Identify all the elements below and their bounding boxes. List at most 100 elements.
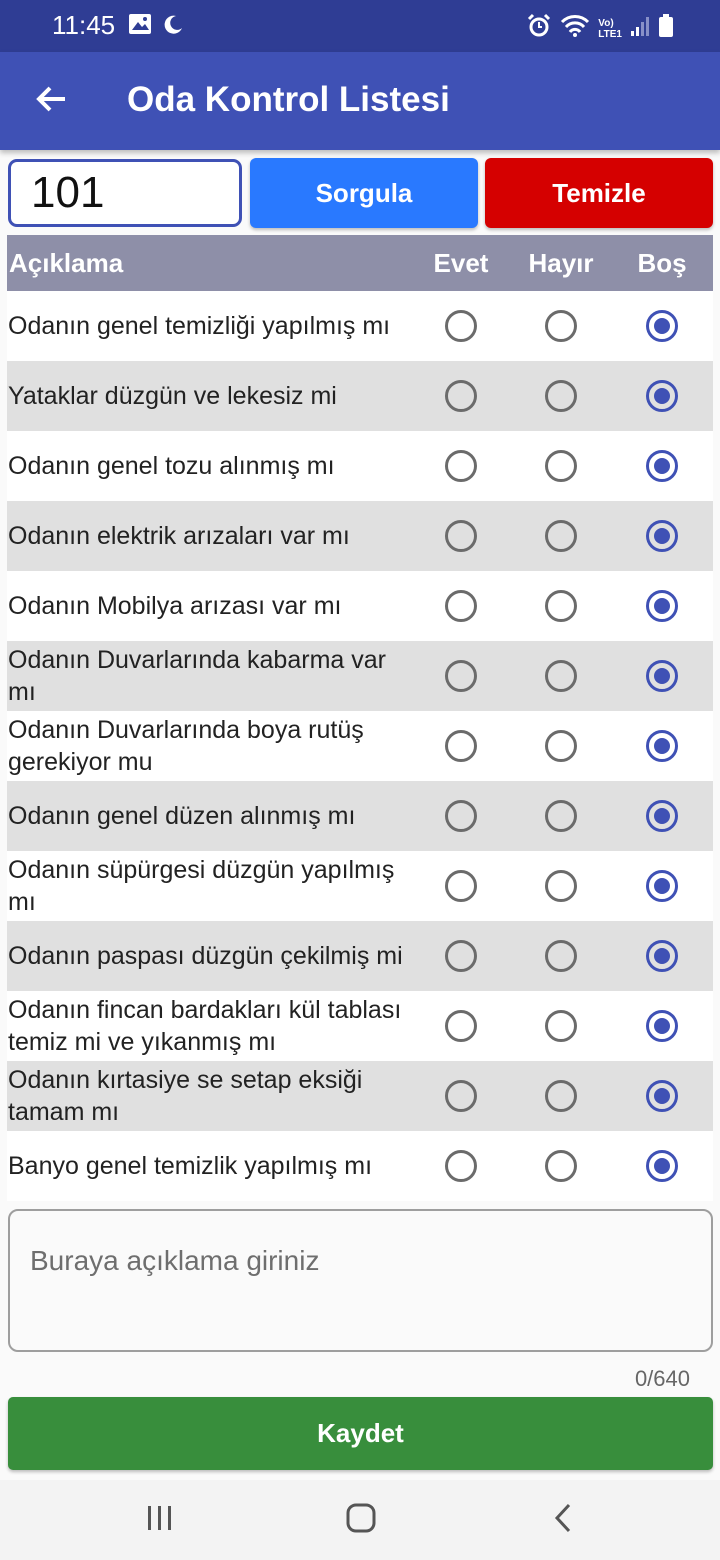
table-row: Odanın Duvarlarında boya rutüş gerekiyor… <box>7 711 713 781</box>
radio-yes[interactable] <box>445 800 477 832</box>
lte-bottom-label: LTE1 <box>598 28 622 40</box>
radio-yes[interactable] <box>445 870 477 902</box>
radio-no[interactable] <box>545 590 577 622</box>
question-label: Odanın genel düzen alınmış mı <box>8 802 356 830</box>
table-row: Odanın elektrik arızaları var mı <box>7 501 713 571</box>
question-label: Yataklar düzgün ve lekesiz mi <box>8 382 337 410</box>
table-row: Odanın genel tozu alınmış mı <box>7 431 713 501</box>
radio-yes[interactable] <box>445 1150 477 1182</box>
radio-no[interactable] <box>545 450 577 482</box>
recent-apps-icon <box>145 1504 175 1537</box>
lte-top-label: Vo) <box>598 17 614 29</box>
radio-yes[interactable] <box>445 380 477 412</box>
page-title: Oda Kontrol Listesi <box>127 80 450 119</box>
radio-yes[interactable] <box>445 940 477 972</box>
moon-icon <box>162 13 184 40</box>
status-left-icons <box>128 13 184 40</box>
radio-empty[interactable] <box>646 1150 678 1182</box>
radio-no[interactable] <box>545 800 577 832</box>
save-button[interactable]: Kaydet <box>8 1397 713 1470</box>
app-bar: Oda Kontrol Listesi <box>0 52 720 150</box>
table-row: Odanın Duvarlarında kabarma var mı <box>7 641 713 711</box>
table-row: Odanın süpürgesi düzgün yapılmış mı <box>7 851 713 921</box>
table-header: Açıklama Evet Hayır Boş <box>7 235 713 291</box>
battery-icon <box>658 14 674 43</box>
arrow-left-icon <box>35 84 67 119</box>
radio-empty[interactable] <box>646 730 678 762</box>
radio-no[interactable] <box>545 520 577 552</box>
table-row: Yataklar düzgün ve lekesiz mi <box>7 361 713 431</box>
question-label: Banyo genel temizlik yapılmış mı <box>8 1152 373 1180</box>
radio-yes[interactable] <box>445 310 477 342</box>
radio-no[interactable] <box>545 730 577 762</box>
radio-empty[interactable] <box>646 1080 678 1112</box>
radio-yes[interactable] <box>445 590 477 622</box>
radio-empty[interactable] <box>646 1010 678 1042</box>
question-label: Odanın Duvarlarında boya rutüş gerekiyor… <box>8 716 364 776</box>
radio-yes[interactable] <box>445 520 477 552</box>
status-right-icons: Vo) LTE1 <box>526 13 674 44</box>
header-no: Hayır <box>528 248 594 278</box>
radio-empty[interactable] <box>646 870 678 902</box>
checklist-table: Açıklama Evet Hayır Boş Odanın genel tem… <box>7 235 713 1201</box>
system-nav-bar <box>0 1480 720 1560</box>
table-row: Banyo genel temizlik yapılmış mı <box>7 1131 713 1201</box>
radio-yes[interactable] <box>445 660 477 692</box>
radio-yes[interactable] <box>445 1080 477 1112</box>
radio-empty[interactable] <box>646 380 678 412</box>
table-body: Odanın genel temizliği yapılmış mı Yatakl… <box>7 291 713 1201</box>
table-row: Odanın fincan bardakları kül tablası tem… <box>7 991 713 1061</box>
status-time: 11:45 <box>52 10 116 40</box>
home-icon <box>345 1503 377 1538</box>
radio-no[interactable] <box>545 1010 577 1042</box>
radio-no[interactable] <box>545 1080 577 1112</box>
table-row: Odanın kırtasiye se setap eksiği tamam m… <box>7 1061 713 1131</box>
header-yes: Evet <box>433 248 489 278</box>
radio-no[interactable] <box>545 870 577 902</box>
question-label: Odanın genel temizliği yapılmış mı <box>8 312 391 340</box>
nav-back-button[interactable] <box>541 1500 585 1540</box>
back-button[interactable] <box>28 78 74 124</box>
radio-empty[interactable] <box>646 520 678 552</box>
radio-empty[interactable] <box>646 450 678 482</box>
radio-empty[interactable] <box>646 660 678 692</box>
question-label: Odanın genel tozu alınmış mı <box>8 452 335 480</box>
radio-empty[interactable] <box>646 590 678 622</box>
radio-no[interactable] <box>545 310 577 342</box>
radio-yes[interactable] <box>445 450 477 482</box>
alarm-icon <box>526 13 552 44</box>
table-row: Odanın paspası düzgün çekilmiş mi <box>7 921 713 991</box>
room-number-input[interactable]: 101 <box>8 159 242 227</box>
note-placeholder: Buraya açıklama giriniz <box>30 1245 320 1276</box>
radio-yes[interactable] <box>445 730 477 762</box>
radio-no[interactable] <box>545 940 577 972</box>
clear-button[interactable]: Temizle <box>485 158 713 228</box>
query-button[interactable]: Sorgula <box>250 158 478 228</box>
table-row: Odanın genel düzen alınmış mı <box>7 781 713 851</box>
radio-empty[interactable] <box>646 940 678 972</box>
table-row: Odanın genel temizliği yapılmış mı <box>7 291 713 361</box>
question-label: Odanın fincan bardakları kül tablası tem… <box>8 996 402 1056</box>
back-chevron-icon <box>551 1503 575 1538</box>
question-label: Odanın paspası düzgün çekilmiş mi <box>8 942 403 970</box>
radio-yes[interactable] <box>445 1010 477 1042</box>
home-button[interactable] <box>339 1500 383 1540</box>
question-label: Odanın kırtasiye se setap eksiği tamam m… <box>8 1066 363 1126</box>
table-row: Odanın Mobilya arızası var mı <box>7 571 713 641</box>
radio-no[interactable] <box>545 380 577 412</box>
wifi-icon <box>560 14 590 43</box>
question-label: Odanın Duvarlarında kabarma var mı <box>8 646 386 706</box>
question-label: Odanın Mobilya arızası var mı <box>8 592 342 620</box>
radio-empty[interactable] <box>646 800 678 832</box>
radio-no[interactable] <box>545 660 577 692</box>
header-empty: Boş <box>637 248 687 278</box>
status-bar: 11:45 Vo) LTE1 <box>0 0 720 52</box>
image-icon <box>128 13 152 40</box>
radio-no[interactable] <box>545 1150 577 1182</box>
note-textarea[interactable]: Buraya açıklama giriniz <box>8 1209 713 1352</box>
radio-empty[interactable] <box>646 310 678 342</box>
recent-apps-button[interactable] <box>138 1500 182 1540</box>
question-label: Odanın süpürgesi düzgün yapılmış mı <box>8 856 395 916</box>
question-label: Odanın elektrik arızaları var mı <box>8 522 350 550</box>
lte-indicator: Vo) LTE1 <box>598 18 622 40</box>
